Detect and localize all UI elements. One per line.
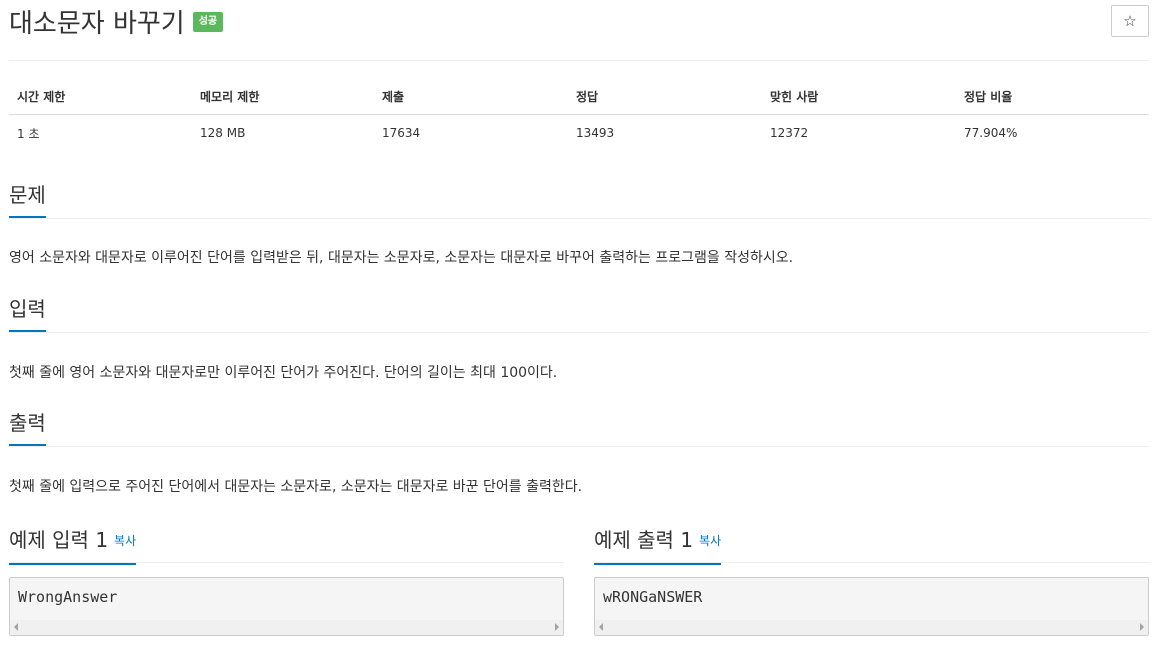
sample-input-content: WrongAnswer [18,588,118,606]
status-badge: 성공 [192,11,224,32]
sample-input-block: 예제 입력 1 복사 WrongAnswer [9,526,564,636]
sample-output-title-text: 예제 출력 1 [594,528,694,552]
header-accept-ratio: 정답 비율 [956,79,1149,115]
scroll-right-arrow-icon[interactable] [555,623,559,631]
section-output: 출력 첫째 줄에 입력으로 주어진 단어에서 대문자는 소문자로, 소문자는 대… [9,408,1149,495]
section-input: 입력 첫째 줄에 영어 소문자와 대문자로만 이루어진 단어가 주어진다. 단어… [9,294,1149,381]
section-input-text: 첫째 줄에 영어 소문자와 대문자로만 이루어진 단어가 주어진다. 단어의 길… [9,365,558,381]
scroll-right-arrow-icon[interactable] [1140,623,1144,631]
section-input-title: 입력 [9,294,46,332]
value-accept-ratio: 77.904% [964,126,1018,140]
value-accepted: 13493 [576,126,615,140]
header-submissions: 제출 [374,79,568,115]
header-time-limit: 시간 제한 [9,79,192,115]
section-input-header: 입력 [9,294,1149,333]
problem-title-text: 대소문자 바꾸기 [9,9,185,39]
scroll-left-arrow-icon[interactable] [599,623,603,631]
scroll-left-arrow-icon[interactable] [14,623,18,631]
problem-page: 대소문자 바꾸기 성공 ☆ 시간 제한 메모리 제한 제출 정답 맞힌 사람 정답… [9,0,1149,636]
copy-sample-input-link[interactable]: 복사 [114,534,136,548]
section-description: 문제 영어 소문자와 대문자로 이루어진 단어를 입력받은 뒤, 대문자는 소문… [9,180,1149,266]
info-header-row: 시간 제한 메모리 제한 제출 정답 맞힌 사람 정답 비율 [9,79,1149,115]
section-description-title: 문제 [9,180,46,218]
sample-output-block: 예제 출력 1 복사 wRONGaNSWER [594,526,1149,636]
problem-header: 대소문자 바꾸기 성공 ☆ [9,0,1149,61]
star-icon: ☆ [1123,12,1137,30]
value-submissions: 17634 [382,126,421,140]
sample-output-title: 예제 출력 1 복사 [594,526,722,565]
problem-info-table: 시간 제한 메모리 제한 제출 정답 맞힌 사람 정답 비율 1 초 128 M… [9,79,1149,151]
star-button[interactable]: ☆ [1111,5,1149,37]
section-output-header: 출력 [9,408,1149,447]
sample-output-scrollbar[interactable] [595,620,1148,635]
header-memory-limit: 메모리 제한 [192,79,374,115]
problem-title: 대소문자 바꾸기 성공 [9,6,224,42]
value-memory-limit: 128 MB [200,126,246,140]
sample-input-box[interactable]: WrongAnswer [9,577,564,636]
sample-output-header: 예제 출력 1 복사 [594,526,1149,565]
section-description-text: 영어 소문자와 대문자로 이루어진 단어를 입력받은 뒤, 대문자는 소문자로,… [9,250,794,266]
value-solved-users: 12372 [770,126,809,140]
header-solved-users: 맞힌 사람 [762,79,956,115]
section-output-title: 출력 [9,408,46,446]
section-output-text: 첫째 줄에 입력으로 주어진 단어에서 대문자는 소문자로, 소문자는 대문자로… [9,479,583,495]
sample-input-scrollbar[interactable] [10,620,563,635]
sample-input-header: 예제 입력 1 복사 [9,526,564,565]
info-value-row: 1 초 128 MB 17634 13493 12372 77.904% [9,115,1149,152]
header-accepted: 정답 [568,79,762,115]
value-time-limit: 1 초 [17,126,40,141]
sample-input-title-text: 예제 입력 1 [9,528,109,552]
sample-output-box[interactable]: wRONGaNSWER [594,577,1149,636]
sample-output-content: wRONGaNSWER [603,588,703,606]
sample-input-title: 예제 입력 1 복사 [9,526,137,565]
copy-sample-output-link[interactable]: 복사 [699,534,721,548]
section-description-header: 문제 [9,180,1149,219]
